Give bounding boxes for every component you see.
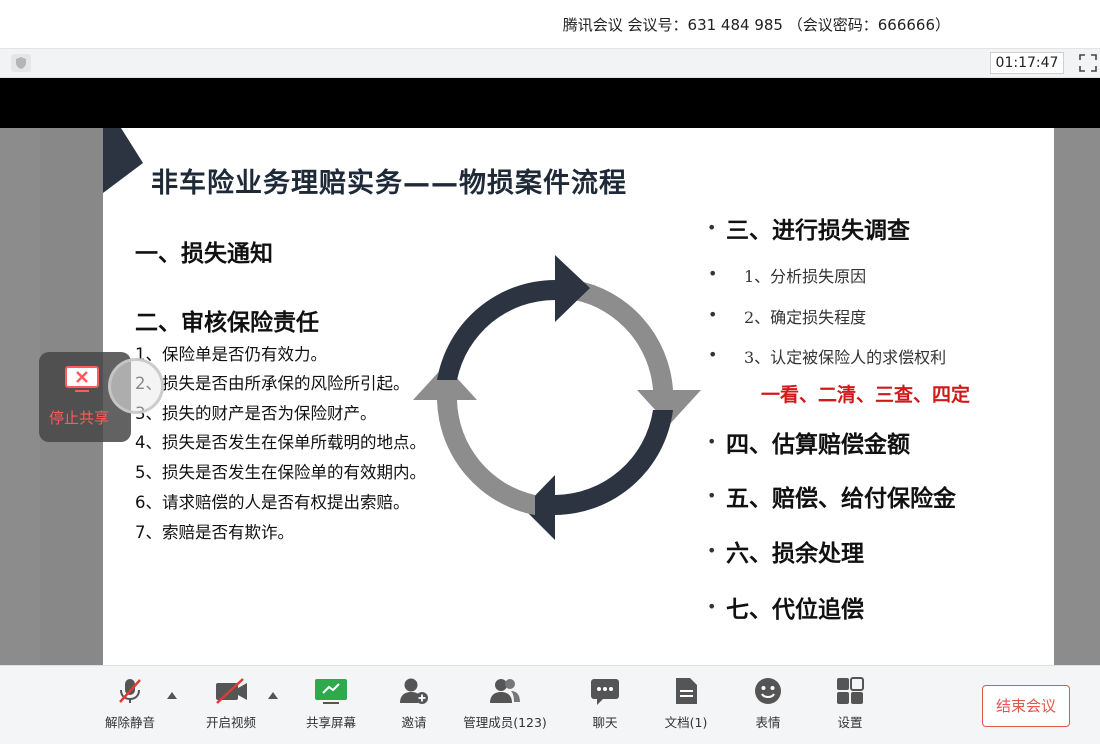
video-options-caret[interactable]	[268, 692, 278, 699]
bullet: •	[708, 264, 718, 283]
documents-button[interactable]: 文档(1)	[660, 676, 712, 738]
meeting-toolbar: 解除静音 开启视频 共享屏幕 邀请 管理成员(123) 聊天 文档(1) 表情 …	[0, 665, 1100, 744]
video-letterbox	[0, 78, 1100, 128]
bullet: •	[708, 305, 718, 324]
members-icon	[490, 679, 520, 703]
top-bar: 腾讯会议 会议号：631 484 985 （会议密码：666666）	[0, 0, 1100, 48]
bullet: •	[707, 486, 717, 505]
bullet: •	[707, 597, 717, 616]
invite-icon	[400, 678, 428, 704]
settings-button[interactable]: 设置	[830, 676, 870, 738]
slide-title: 非车险业务理赔实务——物损案件流程	[151, 168, 627, 199]
check-item: 2、损失是否由所承保的风险所引起。	[135, 374, 410, 393]
check-item: 6、请求赔偿的人是否有权提出索赔。	[135, 493, 410, 512]
bullet: •	[707, 432, 717, 451]
step-2-heading: 二、审核保险责任	[135, 310, 319, 336]
stop-share-label: 停止共享	[49, 409, 110, 427]
video-button[interactable]: 开启视频	[200, 676, 262, 738]
chat-icon	[591, 679, 619, 705]
check-item: 5、损失是否发生在保险单的有效期内。	[135, 463, 426, 482]
document-icon	[676, 678, 697, 704]
meeting-info: 腾讯会议 会议号：631 484 985 （会议密码：666666）	[562, 16, 950, 34]
status-strip: 01:17:47	[0, 48, 1100, 78]
manage-members-button[interactable]: 管理成员(123)	[460, 676, 550, 738]
invite-label: 邀请	[401, 715, 427, 730]
emoji-icon	[755, 678, 781, 704]
bullet: •	[708, 345, 718, 364]
cycle-arrows-graphic	[413, 255, 701, 540]
documents-label: 文档(1)	[664, 715, 708, 730]
reactions-label: 表情	[755, 715, 781, 730]
chat-button[interactable]: 聊天	[585, 676, 625, 738]
step-5-heading: 五、赔偿、给付保险金	[726, 486, 956, 512]
bullet: •	[707, 541, 717, 560]
check-item: 3、损失的财产是否为保险财产。	[135, 404, 377, 423]
investigation-item: 2、确定损失程度	[744, 308, 867, 327]
fullscreen-icon[interactable]	[1079, 54, 1097, 72]
stop-share-icon	[65, 366, 99, 392]
mute-options-caret[interactable]	[167, 692, 177, 699]
invite-button[interactable]: 邀请	[390, 676, 438, 738]
mic-off-icon	[119, 679, 141, 703]
check-item: 4、损失是否发生在保单所载明的地点。	[135, 433, 426, 452]
step-6-heading: 六、损余处理	[726, 541, 864, 567]
mute-label: 解除静音	[104, 715, 155, 730]
step-1-heading: 一、损失通知	[135, 241, 273, 267]
settings-label: 设置	[837, 715, 863, 730]
share-screen-label: 共享屏幕	[305, 715, 356, 730]
reactions-button[interactable]: 表情	[748, 676, 788, 738]
highlight-text: 一看、二清、三查、四定	[761, 384, 971, 406]
step-7-heading: 七、代位追偿	[726, 597, 864, 623]
mute-button[interactable]: 解除静音	[100, 676, 160, 738]
cursor-highlight	[108, 358, 164, 414]
chat-label: 聊天	[592, 715, 618, 730]
end-meeting-button[interactable]: 结束会议	[982, 685, 1070, 727]
check-item: 1、保险单是否仍有效力。	[135, 345, 327, 364]
check-item: 7、索赔是否有欺诈。	[135, 523, 294, 542]
meeting-timer: 01:17:47	[990, 52, 1064, 74]
camera-off-icon	[216, 678, 247, 704]
step-4-heading: 四、估算赔偿金额	[726, 432, 910, 458]
slide-corner-decoration	[103, 128, 143, 193]
shield-icon[interactable]	[11, 54, 31, 72]
share-screen-icon	[315, 679, 347, 704]
investigation-item: 1、分析损失原因	[744, 267, 867, 286]
video-label: 开启视频	[205, 715, 256, 730]
investigation-item: 3、认定被保险人的求偿权利	[744, 348, 947, 367]
settings-grid-icon	[837, 677, 864, 704]
share-screen-button[interactable]: 共享屏幕	[300, 676, 362, 738]
step-3-heading: 三、进行损失调查	[726, 218, 910, 244]
bullet: •	[707, 218, 717, 237]
manage-members-label: 管理成员(123)	[463, 715, 547, 730]
